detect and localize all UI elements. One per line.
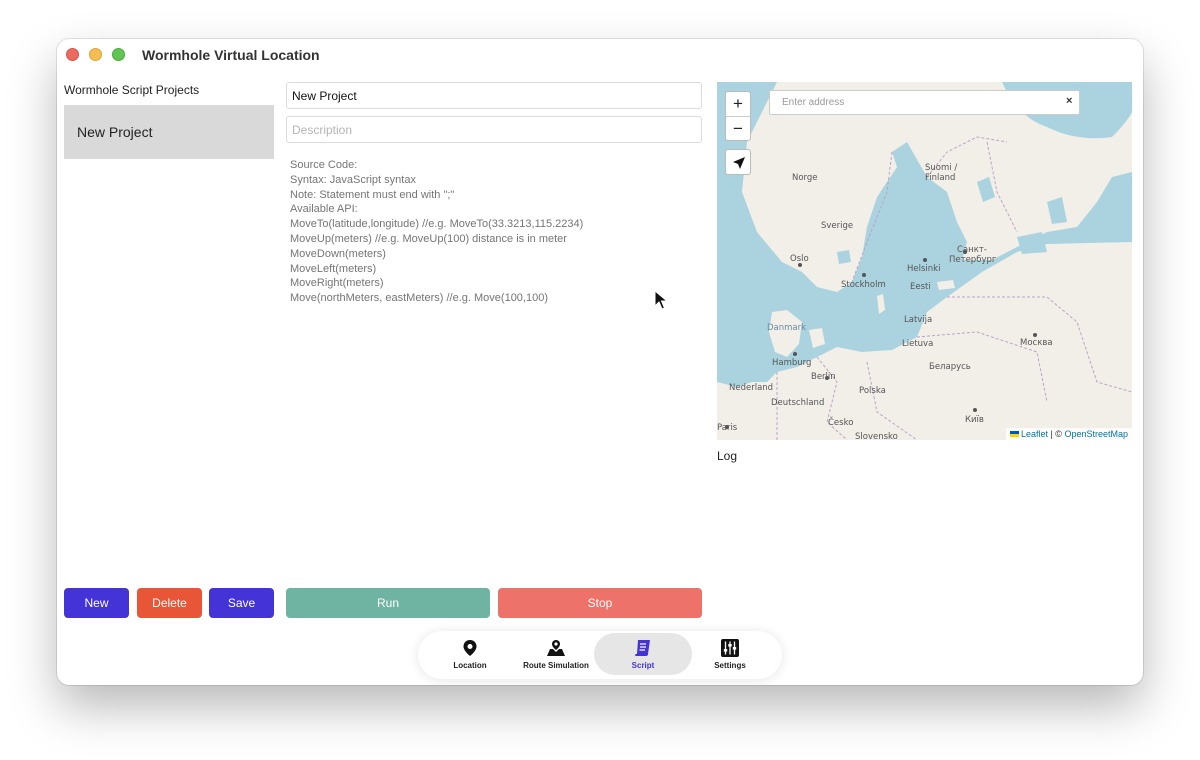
title-bar: Wormhole Virtual Location: [57, 39, 1143, 73]
stop-script-button[interactable]: Stop: [498, 588, 702, 618]
map-label: Suomi /: [925, 163, 957, 173]
clear-address-icon[interactable]: ×: [1066, 95, 1072, 107]
leaflet-link[interactable]: Leaflet: [1021, 429, 1048, 439]
project-description-input[interactable]: [286, 116, 702, 143]
tab-location-label: Location: [453, 661, 487, 670]
bottom-tab-bar: Location Route Simulation Script Setting…: [418, 631, 782, 679]
map-label: Nederland: [729, 383, 773, 393]
app-window: Wormhole Virtual Location Wormhole Scrip…: [57, 39, 1143, 685]
ukraine-flag-icon: [1009, 431, 1019, 437]
tab-route-simulation[interactable]: Route Simulation: [507, 633, 605, 675]
map-label: Latvija: [904, 315, 932, 325]
map-label: Polska: [859, 386, 886, 396]
map-label: Oslo: [790, 254, 809, 264]
close-window-button[interactable]: [66, 48, 79, 61]
sliders-icon: [721, 639, 739, 657]
openstreetmap-link[interactable]: OpenStreetMap: [1064, 429, 1128, 439]
map-pin-icon: [463, 640, 477, 656]
map-attribution: Leaflet | © OpenStreetMap: [1005, 428, 1132, 440]
map-label: Berlin: [811, 372, 836, 382]
project-list-item[interactable]: New Project: [64, 105, 274, 159]
zoom-window-button[interactable]: [112, 48, 125, 61]
minimize-window-button[interactable]: [89, 48, 102, 61]
mouse-pointer-icon: [654, 290, 668, 310]
source-code-editor[interactable]: [286, 156, 702, 576]
window-title: Wormhole Virtual Location: [142, 47, 320, 63]
map-label: Norge: [792, 173, 818, 183]
map-label: Česko: [828, 416, 853, 428]
attribution-separator: | ©: [1047, 429, 1065, 439]
tab-location[interactable]: Location: [421, 633, 519, 675]
zoom-in-button[interactable]: +: [726, 92, 750, 116]
tab-route-label: Route Simulation: [523, 661, 589, 670]
log-heading: Log: [717, 449, 738, 463]
map-tiles: Norge Suomi / Finland Sverige Oslo Санкт…: [717, 82, 1132, 440]
map-label: Беларусь: [929, 362, 971, 372]
map-label: Sverige: [821, 221, 853, 231]
navigation-arrow-icon: [733, 157, 745, 169]
map-view[interactable]: Norge Suomi / Finland Sverige Oslo Санкт…: [717, 82, 1132, 440]
tab-settings-label: Settings: [714, 661, 746, 670]
tab-script[interactable]: Script: [594, 633, 692, 675]
map-route-icon: [547, 640, 565, 656]
map-label: Санкт-: [957, 245, 987, 255]
project-name-input[interactable]: [286, 82, 702, 109]
zoom-control: + −: [725, 91, 751, 141]
map-label: Hamburg: [772, 358, 811, 368]
run-script-button[interactable]: Run: [286, 588, 490, 618]
map-label: Danmark: [767, 323, 806, 333]
map-label: Stockholm: [841, 280, 886, 290]
locate-me-button[interactable]: [725, 149, 751, 175]
tab-script-label: Script: [631, 661, 655, 670]
map-label: Москва: [1020, 338, 1053, 348]
map-label: Київ: [965, 415, 984, 425]
projects-heading: Wormhole Script Projects: [64, 83, 200, 97]
address-search-input[interactable]: [769, 90, 1080, 115]
tab-settings[interactable]: Settings: [681, 633, 779, 675]
map-label: Lietuva: [902, 339, 933, 349]
zoom-out-button[interactable]: −: [726, 116, 750, 140]
delete-project-button[interactable]: Delete: [137, 588, 202, 618]
map-label: Петербург: [949, 255, 997, 265]
script-scroll-icon: [635, 640, 650, 656]
new-project-button[interactable]: New: [64, 588, 129, 618]
map-label: Eesti: [910, 282, 931, 292]
map-label: Helsinki: [907, 264, 940, 274]
map-label: Finland: [925, 173, 955, 183]
map-label: Deutschland: [771, 398, 824, 408]
map-label: Paris: [717, 423, 738, 433]
save-project-button[interactable]: Save: [209, 588, 274, 618]
map-label: Slovensko: [855, 432, 898, 440]
